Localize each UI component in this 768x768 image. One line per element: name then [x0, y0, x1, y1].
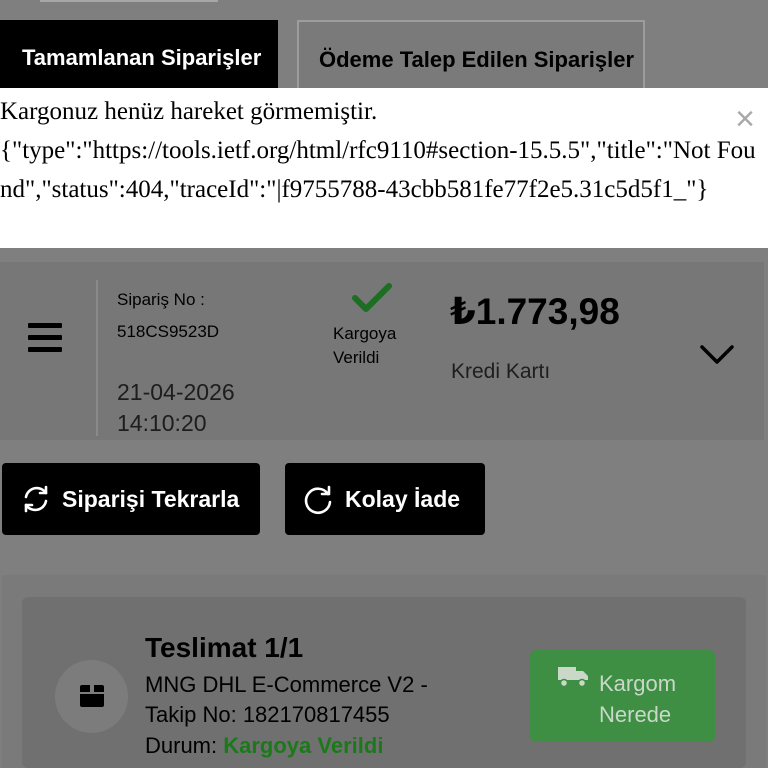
delivery-status-value: Kargoya Verildi: [223, 733, 384, 758]
order-number-label: Sipariş No :: [117, 290, 205, 309]
repeat-order-label: Siparişi Tekrarla: [62, 485, 240, 512]
tab-completed-orders[interactable]: Tamamlanan Siparişler: [0, 20, 278, 90]
payment-method: Kredi Kartı: [451, 360, 551, 383]
toast-message: Kargonuz henüz hareket görmemiştir.: [0, 98, 378, 125]
tab-payment-requested-orders[interactable]: Ödeme Talep Edilen Siparişler: [297, 20, 645, 90]
top-fragment: [40, 0, 218, 2]
return-icon: [304, 485, 332, 515]
easy-return-label: Kolay İade: [345, 485, 461, 512]
refresh-icon: [24, 485, 48, 513]
chevron-down-icon[interactable]: [699, 344, 735, 366]
order-date: 21-04-2026: [117, 379, 235, 405]
repeat-order-button[interactable]: Siparişi Tekrarla: [2, 463, 260, 535]
error-toast: Kargonuz henüz hareket görmemiştir. {"ty…: [0, 88, 768, 248]
toast-error-detail: {"type":"https://tools.ietf.org/html/rfc…: [0, 137, 756, 203]
truck-icon: [558, 667, 588, 688]
order-time: 14:10:20: [117, 410, 207, 436]
divider: [96, 280, 98, 436]
check-icon: [352, 283, 392, 312]
order-status: Kargoya Verildi: [333, 324, 397, 367]
box-icon: [80, 685, 104, 707]
delivery-tracking-number: Takip No: 182170817455: [145, 702, 390, 727]
easy-return-button[interactable]: Kolay İade: [285, 463, 485, 535]
delivery-status-label: Durum:: [145, 733, 218, 758]
close-icon[interactable]: ×: [730, 102, 760, 136]
order-price: ₺1.773,98: [450, 291, 620, 332]
delivery-title: Teslimat 1/1: [145, 632, 304, 663]
menu-icon[interactable]: [28, 323, 62, 353]
where-is-my-cargo-label: Kargom Nerede: [599, 668, 709, 730]
delivery-carrier: MNG DHL E-Commerce V2 -: [145, 672, 428, 697]
track-label-line2: Nerede: [599, 702, 672, 727]
order-datetime: 21-04-2026 14:10:20: [117, 377, 257, 439]
delivery-status: Durum: Kargoya Verildi: [145, 733, 383, 759]
track-label-line1: Kargom: [599, 671, 677, 696]
order-number: 518CS9523D: [117, 322, 220, 341]
